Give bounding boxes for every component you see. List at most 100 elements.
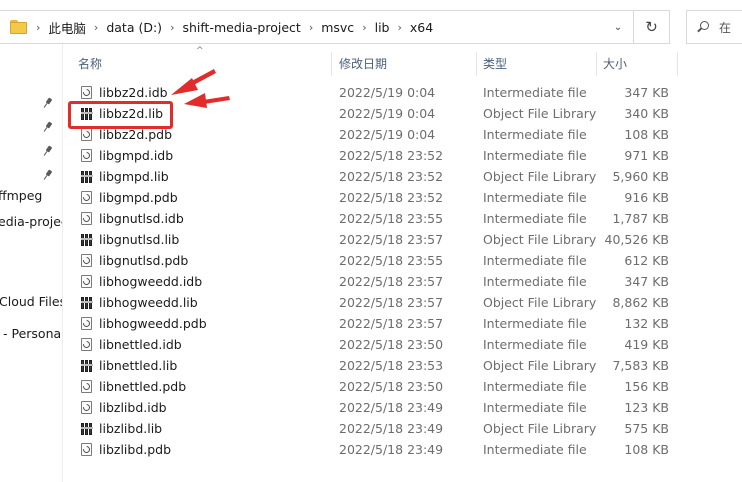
file-row[interactable]: libzlibd.lib 2022/5/18 23:49 Object File L… [63, 418, 742, 439]
intermediate-file-icon [80, 191, 94, 205]
chevron-right-icon[interactable]: › [354, 21, 374, 34]
file-size: 347 KB [624, 274, 669, 289]
file-row[interactable]: libhogweedd.pdb 2022/5/18 23:57 Intermedia… [63, 313, 742, 334]
file-type: Object File Library [483, 106, 597, 121]
file-name: libhogweedd.lib [99, 295, 198, 310]
file-type: Intermediate file [483, 274, 587, 289]
address-bar[interactable]: › 此电脑 › data (D:) › shift-media-project … [0, 10, 670, 44]
file-row[interactable]: libhogweedd.idb 2022/5/18 23:57 Intermedia… [63, 271, 742, 292]
file-date-modified: 2022/5/18 23:49 [339, 421, 444, 436]
annotation-highlight-box [68, 101, 173, 129]
file-row[interactable]: libgmpd.pdb 2022/5/18 23:52 Intermediate f… [63, 187, 742, 208]
search-input[interactable]: 在 [686, 10, 742, 44]
file-date-modified: 2022/5/18 23:57 [339, 295, 444, 310]
file-row[interactable]: libgnutlsd.lib 2022/5/18 23:57 Object File… [63, 229, 742, 250]
file-size: 347 KB [624, 85, 669, 100]
file-date-modified: 2022/5/18 23:57 [339, 274, 444, 289]
file-date-modified: 2022/5/18 23:52 [339, 190, 444, 205]
file-name: libnettled.lib [99, 358, 178, 373]
search-icon [697, 21, 709, 33]
file-name: libgnutlsd.lib [99, 232, 180, 247]
file-size: 419 KB [624, 337, 669, 352]
file-row[interactable]: libnettled.pdb 2022/5/18 23:50 Intermediat… [63, 376, 742, 397]
column-header-size[interactable]: 大小 [603, 52, 627, 76]
file-row[interactable]: libhogweedd.lib 2022/5/18 23:57 Object Fil… [63, 292, 742, 313]
file-size: 108 KB [624, 442, 669, 457]
file-row[interactable]: libnettled.idb 2022/5/18 23:50 Intermediat… [63, 334, 742, 355]
file-date-modified: 2022/5/18 23:50 [339, 379, 444, 394]
file-type: Object File Library [483, 358, 597, 373]
file-row[interactable]: libgnutlsd.idb 2022/5/18 23:55 Intermediat… [63, 208, 742, 229]
breadcrumb-shift-media-project[interactable]: shift-media-project [182, 20, 300, 35]
column-header-date[interactable]: 修改日期 [339, 52, 387, 76]
nav-item-cloud-files[interactable]: Cloud Files [0, 294, 62, 309]
file-name: libgmpd.lib [99, 169, 169, 184]
pin-icon[interactable] [43, 145, 54, 156]
file-type: Object File Library [483, 295, 597, 310]
file-row[interactable]: libzlibd.idb 2022/5/18 23:49 Intermediate … [63, 397, 742, 418]
breadcrumb-drive-d[interactable]: data (D:) [106, 20, 162, 35]
chevron-right-icon[interactable]: › [389, 21, 409, 34]
file-name: libbz2d.idb [99, 85, 168, 100]
column-divider[interactable] [677, 52, 678, 76]
nav-item-ffmpeg[interactable]: ffmpeg [0, 188, 42, 203]
nav-item-personal[interactable]: - Persona [3, 326, 61, 341]
file-size: 5,960 KB [612, 169, 669, 184]
breadcrumb-msvc[interactable]: msvc [321, 20, 354, 35]
file-name: libgnutlsd.idb [99, 211, 184, 226]
intermediate-file-icon [80, 401, 94, 415]
pin-icon[interactable] [43, 121, 54, 132]
file-date-modified: 2022/5/18 23:55 [339, 253, 444, 268]
file-row[interactable]: libgmpd.lib 2022/5/18 23:52 Object File Li… [63, 166, 742, 187]
column-divider[interactable] [476, 52, 477, 76]
file-type: Intermediate file [483, 253, 587, 268]
file-size: 156 KB [624, 379, 669, 394]
search-placeholder: 在 [719, 20, 732, 35]
file-row[interactable]: libgmpd.idb 2022/5/18 23:52 Intermediate f… [63, 145, 742, 166]
file-name: libzlibd.idb [99, 400, 167, 415]
column-divider[interactable] [331, 52, 332, 76]
nav-item-shift-media-project[interactable]: edia-projec [0, 214, 62, 229]
chevron-right-icon[interactable]: › [162, 21, 182, 34]
file-name: libgmpd.pdb [99, 190, 178, 205]
file-size: 340 KB [624, 106, 669, 121]
navigation-pane[interactable]: ffmpeg edia-projec Cloud Files - Persona [0, 44, 62, 482]
file-size: 8,862 KB [612, 295, 669, 310]
column-header-name[interactable]: 名称 [78, 52, 102, 76]
intermediate-file-icon [80, 317, 94, 331]
column-divider[interactable] [596, 52, 597, 76]
breadcrumb-this-pc[interactable]: 此电脑 [48, 18, 86, 37]
file-name: libgmpd.idb [99, 148, 174, 163]
chevron-down-icon: ⌄ [613, 21, 623, 33]
file-name: libnettled.idb [99, 337, 182, 352]
intermediate-file-icon [80, 443, 94, 457]
file-date-modified: 2022/5/18 23:57 [339, 316, 444, 331]
file-name: libnettled.pdb [99, 379, 187, 394]
file-date-modified: 2022/5/19 0:04 [339, 106, 436, 121]
column-header-type[interactable]: 类型 [483, 52, 507, 76]
pin-icon[interactable] [43, 169, 54, 180]
file-type: Intermediate file [483, 190, 587, 205]
file-size: 916 KB [624, 190, 669, 205]
file-date-modified: 2022/5/19 0:04 [339, 85, 436, 100]
chevron-right-icon[interactable]: › [301, 21, 321, 34]
library-file-icon [80, 422, 94, 436]
file-size: 40,526 KB [604, 232, 669, 247]
breadcrumb-x64[interactable]: x64 [410, 20, 433, 35]
pin-icon[interactable] [43, 97, 54, 108]
file-name: libgnutlsd.pdb [99, 253, 189, 268]
breadcrumb[interactable]: › 此电脑 › data (D:) › shift-media-project … [0, 11, 607, 43]
chevron-right-icon[interactable]: › [86, 21, 106, 34]
file-type: Intermediate file [483, 379, 587, 394]
file-row[interactable]: libnettled.lib 2022/5/18 23:53 Object File… [63, 355, 742, 376]
file-row[interactable]: libgnutlsd.pdb 2022/5/18 23:55 Intermediat… [63, 250, 742, 271]
file-date-modified: 2022/5/18 23:49 [339, 442, 444, 457]
intermediate-file-icon [80, 275, 94, 289]
file-row[interactable]: libbz2d.idb 2022/5/19 0:04 Intermediate fi… [63, 82, 742, 103]
address-history-dropdown[interactable]: ⌄ [607, 11, 629, 43]
refresh-button[interactable]: ↻ [633, 11, 669, 43]
chevron-right-icon[interactable]: › [28, 21, 48, 34]
file-row[interactable]: libzlibd.pdb 2022/5/18 23:49 Intermediate … [63, 439, 742, 460]
file-size: 612 KB [624, 253, 669, 268]
breadcrumb-lib[interactable]: lib [375, 20, 390, 35]
